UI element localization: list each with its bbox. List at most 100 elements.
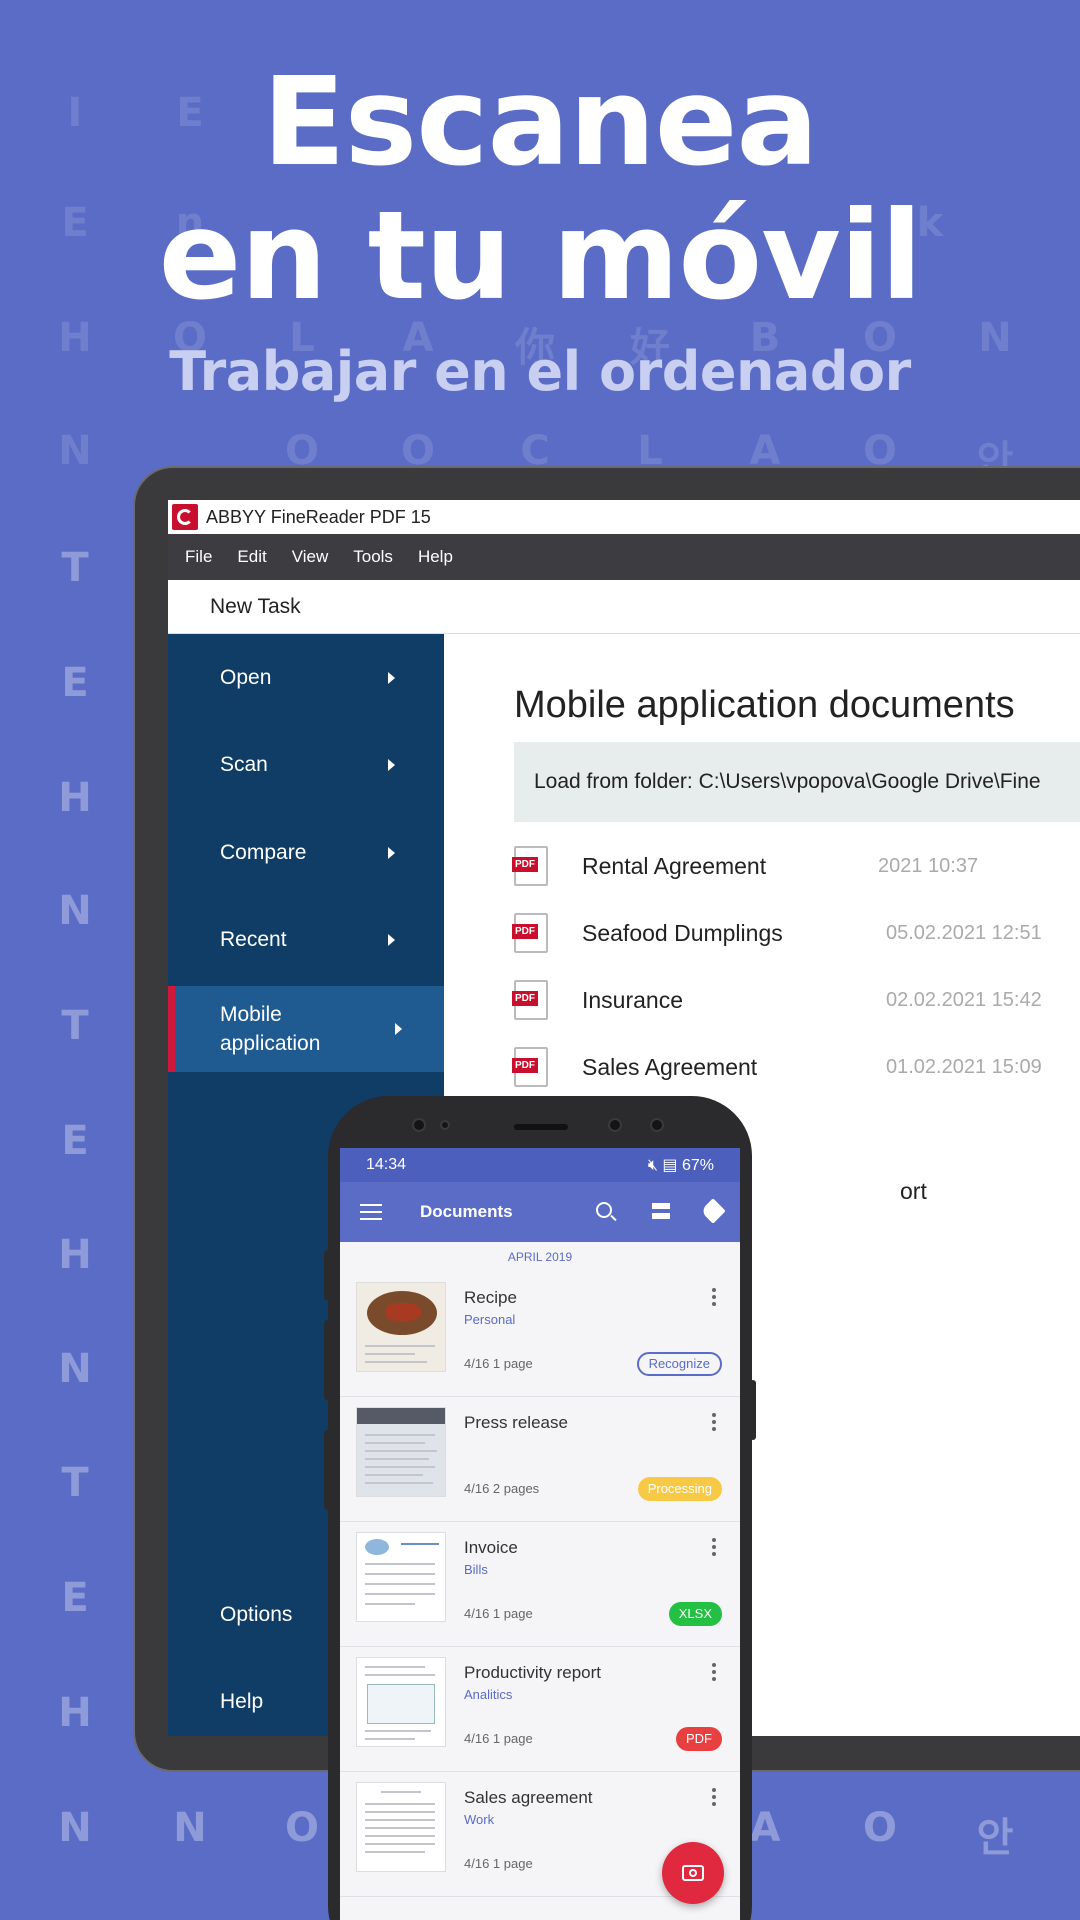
sensor-icon — [440, 1120, 450, 1130]
menu-file[interactable]: File — [185, 547, 212, 567]
status-time: 14:34 — [366, 1156, 407, 1173]
bg-letter: O — [284, 1805, 319, 1851]
app-bar: Documents — [340, 1182, 740, 1242]
more-options-icon[interactable] — [712, 1663, 716, 1681]
front-camera-icon — [412, 1118, 426, 1132]
document-thumbnail — [356, 1407, 446, 1497]
sidebar-item-recent[interactable]: Recent — [168, 910, 444, 970]
document-meta: 4/16 1 page — [464, 1856, 533, 1871]
document-name: Rental Agreement — [582, 852, 767, 879]
document-card[interactable]: Recipe Personal 4/16 1 page Recognize — [340, 1272, 740, 1397]
hero-title-line2: en tu móvil — [158, 185, 923, 327]
document-title: Invoice — [464, 1538, 518, 1557]
pdf-icon-label: PDF — [512, 1058, 538, 1073]
more-options-icon[interactable] — [712, 1413, 716, 1431]
recognize-button[interactable]: Recognize — [636, 1352, 722, 1376]
tag-icon[interactable] — [700, 1198, 726, 1224]
bg-letter: N — [58, 1346, 92, 1392]
format-badge-xlsx: XLSX — [668, 1602, 722, 1626]
more-options-icon[interactable] — [712, 1288, 716, 1306]
document-tag: Bills — [464, 1562, 488, 1577]
format-badge-pdf: PDF — [676, 1727, 722, 1751]
document-meta: 4/16 1 page — [464, 1356, 533, 1371]
speaker-grille — [514, 1124, 568, 1130]
document-row[interactable]: PDF Rental Agreement 2021 10:37 — [512, 844, 1080, 888]
document-title: Press release — [464, 1413, 568, 1432]
status-bar: 14:34 🔇︎ ▤ 67% — [340, 1148, 740, 1182]
document-row[interactable]: PDF Sales Agreement 01.02.2021 15:09 — [512, 1045, 1080, 1089]
window-title: ABBYY FineReader PDF 15 — [206, 506, 431, 527]
volume-button — [324, 1430, 330, 1510]
sidebar-item-label: Scan — [220, 753, 268, 776]
document-tag: Analitics — [464, 1687, 513, 1702]
document-card[interactable]: Press release 4/16 2 pages Processing — [340, 1397, 740, 1522]
chevron-right-icon — [388, 759, 395, 771]
hero-title-line1: Escanea — [262, 51, 819, 193]
app-bar-title: Documents — [420, 1202, 513, 1221]
hero-subtitle: Trabajar en el ordenador — [169, 340, 911, 403]
document-card[interactable]: Productivity report Analitics 4/16 1 pag… — [340, 1647, 740, 1772]
document-date: 02.02.2021 15:42 — [886, 988, 1042, 1011]
sensor-icon — [650, 1118, 664, 1132]
month-section-header: APRIL 2019 — [507, 1250, 573, 1264]
sidebar-item-scan[interactable]: Scan — [168, 735, 444, 795]
document-row[interactable]: PDF Seafood Dumplings 05.02.2021 12:51 — [512, 911, 1080, 955]
sidebar-item-compare[interactable]: Compare — [168, 823, 444, 883]
status-battery: 🔇︎ ▤ 67% — [647, 1157, 714, 1174]
chevron-right-icon — [388, 934, 395, 946]
menu-tools[interactable]: Tools — [353, 547, 393, 567]
sidebar-item-label-line1: Mobile — [220, 1003, 282, 1026]
sidebar-item-label: Options — [220, 1603, 293, 1626]
sidebar-item-label: Open — [220, 666, 272, 689]
bg-letter: T — [61, 545, 89, 591]
camera-fab-button[interactable] — [662, 1842, 724, 1904]
document-tag: Personal — [464, 1312, 516, 1327]
document-meta: 4/16 1 page — [464, 1731, 533, 1746]
document-row[interactable]: PDF Insurance 02.02.2021 15:42 — [512, 978, 1080, 1022]
document-meta: 4/16 2 pages — [464, 1481, 540, 1496]
bg-letter: E — [61, 660, 89, 706]
search-icon[interactable] — [596, 1202, 612, 1218]
menu-view[interactable]: View — [292, 547, 329, 567]
bg-letter: E — [61, 1118, 89, 1164]
load-folder-bar[interactable]: Load from folder: C:\Users\vpopova\Googl… — [514, 742, 1080, 822]
tab-new-task[interactable]: New Task — [168, 580, 1080, 634]
document-title: Sales agreement — [464, 1788, 593, 1807]
pdf-file-icon: PDF — [512, 913, 548, 953]
menu-help[interactable]: Help — [418, 547, 453, 567]
sidebar-item-label: Mobile application — [220, 1000, 320, 1058]
more-options-icon[interactable] — [712, 1788, 716, 1806]
phone-screen: 14:34 🔇︎ ▤ 67% Documents APRIL 2019 Reci… — [340, 1148, 740, 1920]
sidebar-item-open[interactable]: Open — [168, 648, 444, 708]
sidebar-item-label: Recent — [220, 928, 287, 951]
menu-icon[interactable] — [360, 1204, 382, 1220]
document-date: 01.02.2021 15:09 — [886, 1055, 1042, 1078]
document-thumbnail — [356, 1782, 446, 1872]
chevron-right-icon — [388, 672, 395, 684]
sidebar-item-label: Compare — [220, 841, 307, 864]
view-toggle-icon[interactable] — [652, 1203, 670, 1219]
bg-letter: 안 — [976, 1815, 1014, 1861]
hero-title: Escanea en tu móvil — [0, 55, 1080, 323]
camera-lens — [689, 1869, 697, 1877]
sidebar-item-label-line2: application — [220, 1032, 321, 1055]
volume-button — [324, 1320, 330, 1400]
window-titlebar: ABBYY FineReader PDF 15 — [168, 500, 1080, 534]
bg-letter: T — [61, 1003, 89, 1049]
bg-letter: N — [58, 888, 92, 934]
volume-button — [324, 1250, 330, 1300]
document-thumbnail — [356, 1532, 446, 1622]
power-button — [750, 1380, 756, 1440]
menu-edit[interactable]: Edit — [237, 547, 266, 567]
pdf-icon-label: PDF — [512, 991, 538, 1006]
more-options-icon[interactable] — [712, 1538, 716, 1556]
sidebar-item-mobile-application[interactable]: Mobile application — [168, 986, 444, 1072]
bg-letter: T — [61, 1460, 89, 1506]
document-thumbnail — [356, 1657, 446, 1747]
document-title: Productivity report — [464, 1663, 601, 1682]
bg-letter: E — [61, 1575, 89, 1621]
document-date: 05.02.2021 12:51 — [886, 921, 1042, 944]
pdf-icon-label: PDF — [512, 857, 538, 872]
document-name: Seafood Dumplings — [582, 919, 783, 946]
document-card[interactable]: Invoice Bills 4/16 1 page XLSX — [340, 1522, 740, 1647]
